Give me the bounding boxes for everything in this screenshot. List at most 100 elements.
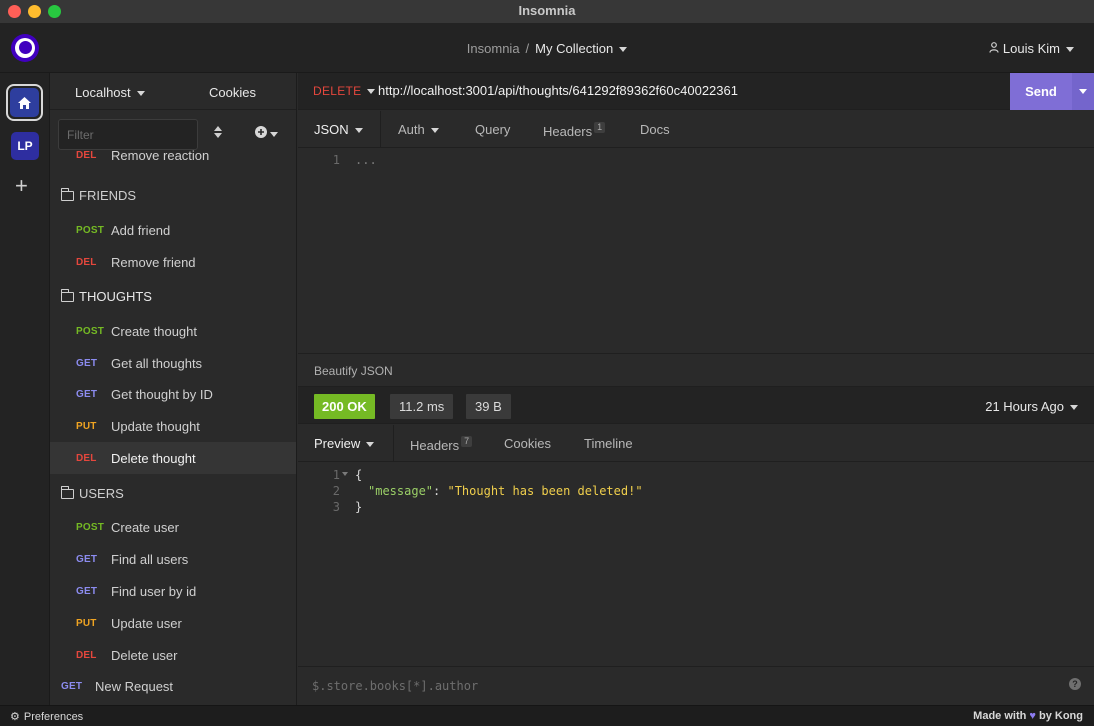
request-item-active[interactable]: DEL Delete thought	[50, 442, 296, 474]
preferences-button[interactable]: ⚙ Preferences	[10, 710, 83, 723]
tab-timeline[interactable]: Timeline	[584, 436, 633, 451]
help-icon[interactable]: ?	[1069, 678, 1081, 690]
method-badge: POST	[76, 225, 105, 236]
folder-name: FRIENDS	[79, 188, 137, 203]
request-name: Get all thoughts	[111, 356, 203, 371]
add-request-dropdown[interactable]	[255, 125, 278, 141]
method-badge: GET	[61, 681, 83, 692]
breadcrumb-root[interactable]: Insomnia	[467, 41, 520, 56]
tab-body[interactable]: JSON	[314, 122, 363, 137]
request-item[interactable]: DEL Delete user	[50, 639, 296, 671]
response-history-dropdown[interactable]: 21 Hours Ago	[985, 399, 1078, 414]
method-badge: POST	[76, 326, 105, 337]
cookies-button[interactable]: Cookies	[209, 85, 256, 100]
folder-name: USERS	[79, 486, 124, 501]
tab-preview[interactable]: Preview	[314, 436, 375, 451]
user-name: Louis Kim	[1002, 41, 1060, 56]
method-dropdown[interactable]: DELETE	[313, 84, 376, 98]
request-item[interactable]: POST Create thought	[50, 315, 296, 347]
headers-count-badge: 7	[461, 436, 473, 447]
chevron-down-icon	[1066, 47, 1074, 53]
user-icon	[989, 42, 999, 56]
request-tabs: JSON Auth Query Headers 1 Docs	[298, 111, 1094, 148]
method-badge: GET	[76, 586, 98, 597]
response-time-badge: 11.2 ms	[390, 394, 454, 419]
request-item[interactable]: POST Add friend	[50, 214, 296, 246]
request-name: Delete user	[111, 648, 178, 663]
project-rail: LP +	[0, 73, 50, 705]
user-menu[interactable]: Louis Kim	[989, 41, 1074, 56]
tab-headers[interactable]: Headers 1	[543, 122, 606, 139]
line-number: 1	[332, 468, 340, 482]
request-item[interactable]: GET Find all users	[50, 543, 296, 575]
request-item[interactable]: GET Get thought by ID	[50, 378, 296, 410]
home-icon	[18, 96, 31, 109]
request-item[interactable]: GET New Request	[50, 670, 296, 702]
method-badge: PUT	[76, 618, 97, 629]
code-line: }	[355, 500, 363, 514]
tab-response-headers[interactable]: Headers 7	[410, 436, 473, 453]
request-name: Update thought	[111, 419, 200, 434]
folder-friends[interactable]: FRIENDS	[50, 180, 296, 212]
folder-open-icon	[60, 486, 74, 499]
sort-icon[interactable]	[214, 126, 222, 141]
send-options-dropdown[interactable]	[1072, 73, 1094, 110]
chevron-down-icon	[366, 442, 375, 448]
chevron-down-icon	[270, 131, 278, 137]
beautify-json-button[interactable]: Beautify JSON	[314, 364, 393, 378]
tab-query[interactable]: Query	[475, 122, 510, 137]
request-item[interactable]: DEL Remove friend	[50, 246, 296, 278]
status-badge: 200 OK	[314, 394, 375, 419]
request-item[interactable]: GET Get all thoughts	[50, 347, 296, 379]
url-input[interactable]: http://localhost:3001/api/thoughts/64129…	[378, 83, 738, 98]
plus-circle-icon	[255, 126, 267, 138]
add-project-button[interactable]: +	[15, 174, 28, 198]
jsonpath-filter-input[interactable]	[312, 677, 1052, 695]
breadcrumb-separator: /	[525, 41, 530, 56]
heart-icon: ♥	[1029, 710, 1036, 722]
send-button[interactable]: Send	[1010, 73, 1072, 110]
folder-name: THOUGHTS	[79, 289, 152, 304]
environment-dropdown[interactable]: Localhost	[75, 85, 145, 100]
collection-dropdown[interactable]: My Collection	[535, 41, 628, 56]
method-badge: POST	[76, 522, 105, 533]
home-button[interactable]	[6, 84, 43, 121]
request-item[interactable]: PUT Update user	[50, 607, 296, 639]
code-line: ...	[355, 153, 377, 167]
folder-users[interactable]: USERS	[50, 478, 296, 510]
request-name: New Request	[95, 679, 174, 694]
chevron-down-icon	[136, 91, 145, 97]
request-item[interactable]: PUT Update thought	[50, 410, 296, 442]
response-size-badge: 39 B	[466, 394, 511, 419]
method-badge: DEL	[76, 650, 97, 661]
response-body-viewer[interactable]: 1 { 2 "message": "Thought has been delet…	[298, 462, 1094, 666]
tab-docs[interactable]: Docs	[640, 122, 670, 137]
status-footer: ⚙ Preferences Made with ♥ by Kong	[0, 705, 1094, 726]
response-tabs: Preview Headers 7 Cookies Timeline	[298, 425, 1094, 462]
request-method: DELETE	[313, 84, 362, 98]
request-name: Create user	[111, 520, 179, 535]
request-item[interactable]: GET Find user by id	[50, 575, 296, 607]
collection-name: My Collection	[535, 41, 614, 56]
sidebar-header: Localhost Cookies	[50, 73, 296, 110]
project-lp-button[interactable]: LP	[11, 132, 39, 160]
chevron-down-icon	[1079, 89, 1087, 94]
request-item[interactable]: DEL Remove reaction	[50, 150, 296, 166]
fold-arrow-icon[interactable]	[342, 472, 348, 476]
request-body-editor[interactable]: 1 ...	[298, 148, 1094, 353]
method-badge: DEL	[76, 453, 97, 464]
made-with-kong[interactable]: Made with ♥ by Kong	[973, 710, 1083, 722]
request-name: Delete thought	[111, 451, 196, 466]
headers-count-badge: 1	[594, 122, 606, 133]
method-badge: GET	[76, 358, 98, 369]
sidebar-filter-input[interactable]	[58, 119, 198, 150]
app-header: Insomnia / My Collection Louis Kim	[0, 24, 1094, 73]
sidebar: Localhost Cookies DEL Remove reaction FR…	[50, 73, 297, 705]
chevron-down-icon	[1070, 405, 1078, 411]
line-number: 1	[332, 153, 340, 167]
folder-thoughts[interactable]: THOUGHTS	[50, 281, 296, 313]
tab-auth[interactable]: Auth	[398, 122, 439, 137]
tab-response-cookies[interactable]: Cookies	[504, 436, 551, 451]
request-name: Add friend	[111, 223, 171, 238]
request-item[interactable]: POST Create user	[50, 511, 296, 543]
